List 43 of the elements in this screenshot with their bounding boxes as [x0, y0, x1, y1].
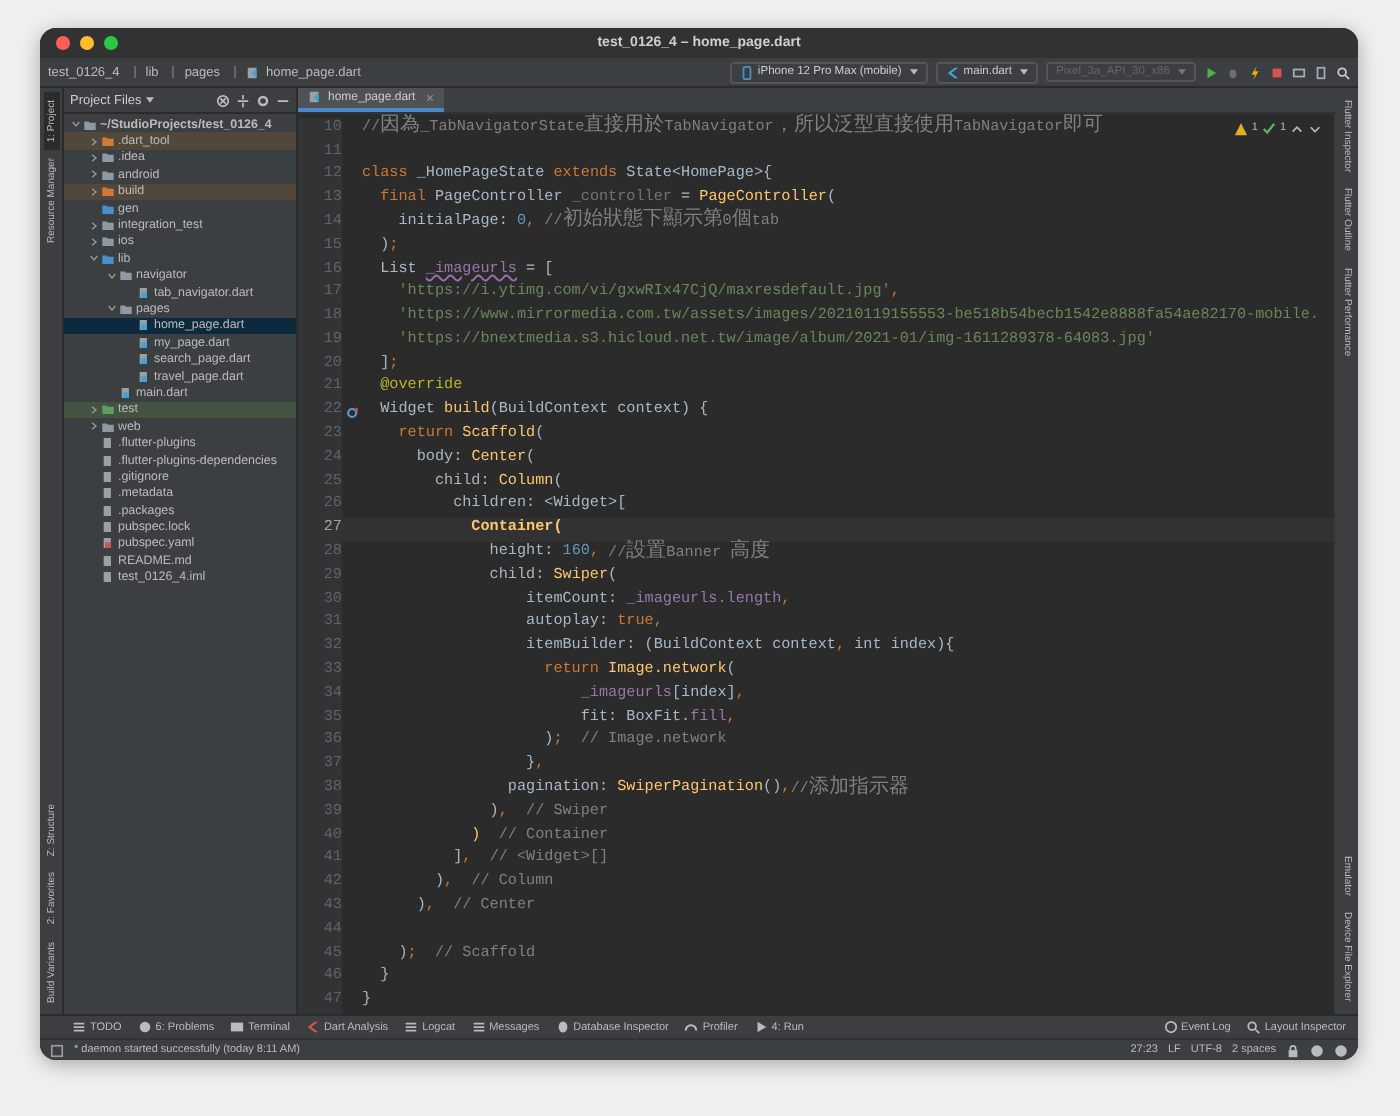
caret-icon: [909, 68, 918, 76]
phone-icon: [739, 65, 754, 79]
chevron-down-icon[interactable]: [90, 254, 98, 263]
chevron-up-icon[interactable]: [1290, 121, 1304, 136]
caret-icon: [1019, 68, 1028, 76]
chevron-down-icon[interactable]: [108, 271, 116, 280]
dart-icon: [305, 1020, 320, 1034]
play-icon: [753, 1020, 768, 1034]
device-icon[interactable]: [1314, 65, 1328, 79]
info-icon: [137, 1020, 152, 1034]
close-button[interactable]: [56, 36, 70, 50]
warning-icon: [1233, 121, 1248, 136]
flutter-logo-icon: [945, 65, 960, 79]
search-icon: [1246, 1020, 1261, 1034]
file-icon: [138, 287, 150, 298]
run-icon[interactable]: [1204, 65, 1218, 79]
close-icon[interactable]: [425, 93, 434, 102]
override-marker-icon[interactable]: [345, 405, 359, 420]
caret-icon: [145, 95, 154, 103]
terminal-icon: [230, 1020, 245, 1034]
chevron-down-icon[interactable]: [1308, 121, 1322, 136]
lock-icon[interactable]: [1286, 1043, 1300, 1057]
check-icon: [1261, 121, 1276, 136]
chevron-down-icon[interactable]: [108, 304, 116, 313]
settings-icon[interactable]: [256, 93, 270, 107]
search-icon[interactable]: [1336, 65, 1350, 79]
zoom-button[interactable]: [104, 36, 118, 50]
dart-file-icon: [308, 90, 322, 105]
database-icon: [555, 1020, 570, 1034]
panel-toggle-icon[interactable]: [50, 1043, 64, 1057]
caret-icon: [1178, 68, 1186, 76]
dart-file-icon: [246, 65, 261, 79]
stop-icon[interactable]: [1270, 65, 1284, 79]
info-icon: [1163, 1020, 1178, 1034]
chevron-down-icon[interactable]: [72, 120, 80, 129]
list-icon: [72, 1020, 86, 1034]
gauge-icon: [684, 1020, 699, 1034]
locate-icon[interactable]: [216, 93, 230, 107]
minimize-button[interactable]: [80, 36, 94, 50]
collapse-icon[interactable]: [236, 93, 250, 107]
lightning-icon[interactable]: [1248, 65, 1262, 79]
list-icon: [471, 1020, 486, 1034]
list-icon: [404, 1020, 419, 1034]
